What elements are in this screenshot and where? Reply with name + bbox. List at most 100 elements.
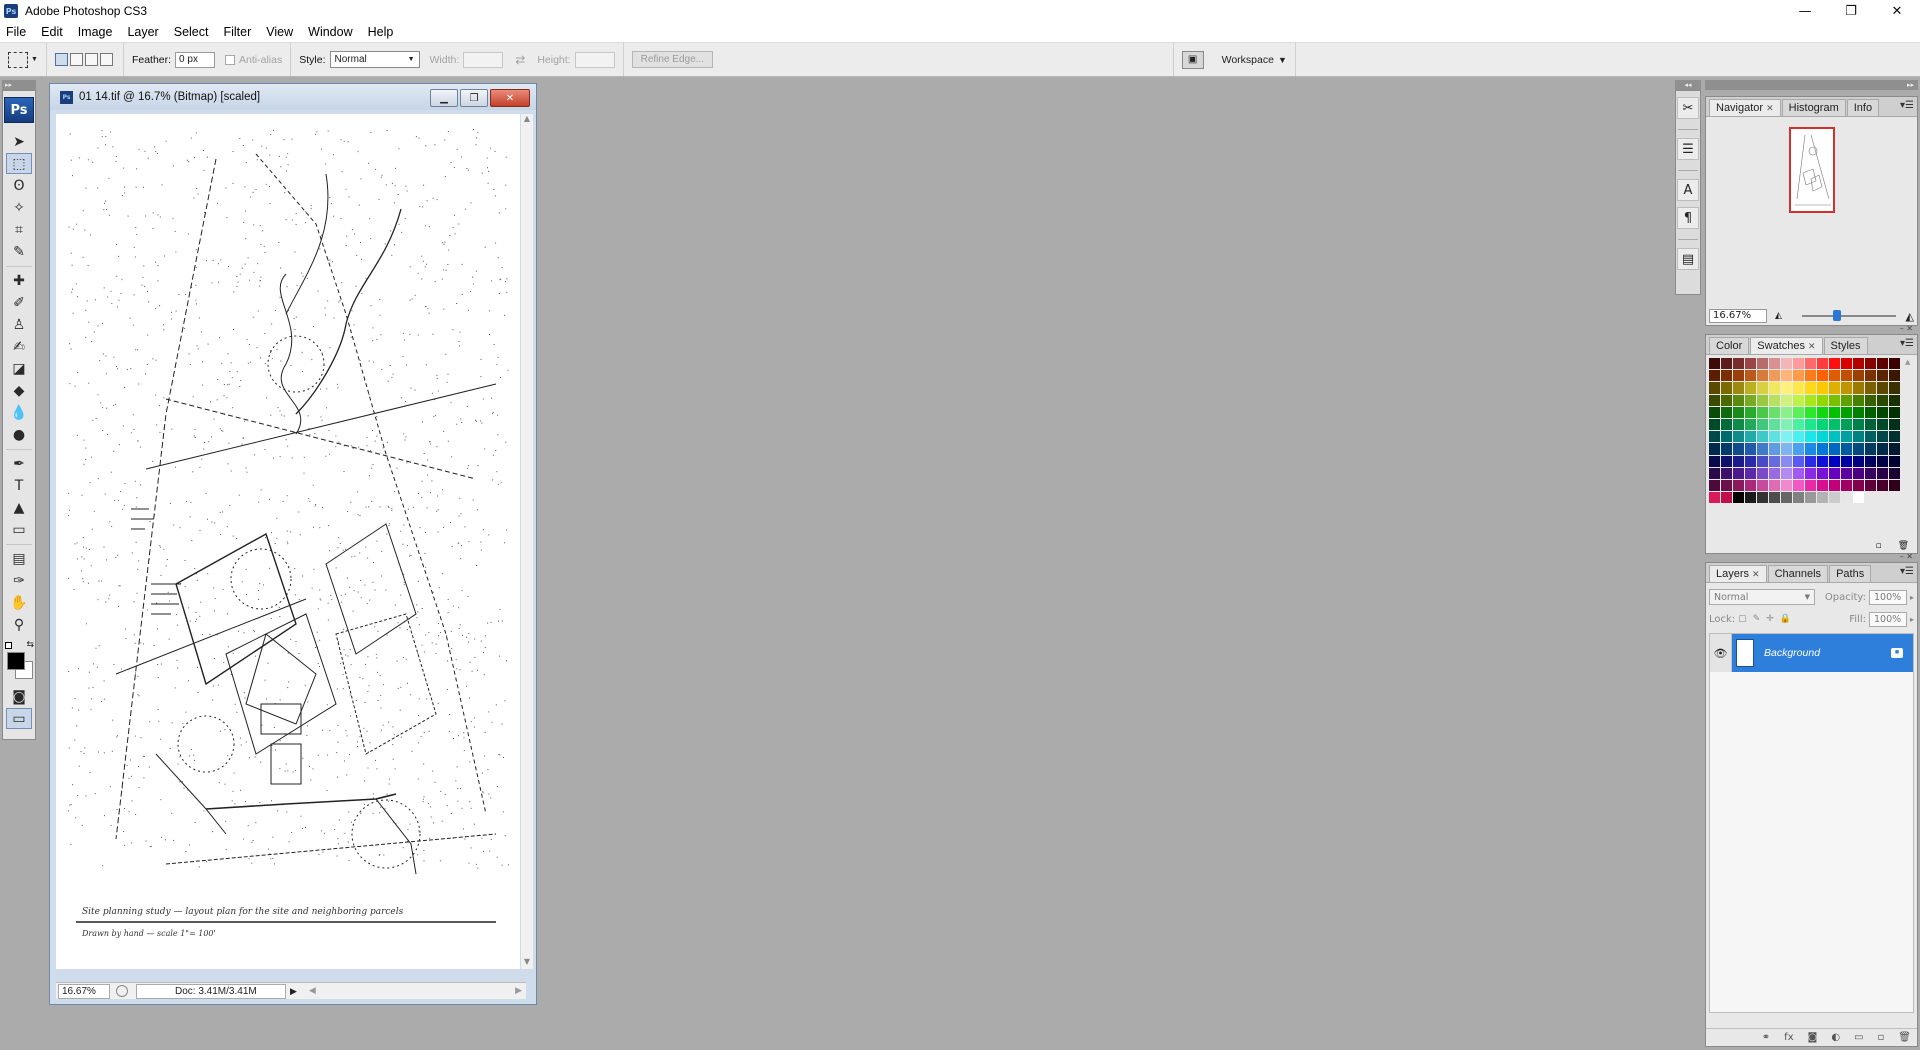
swatch[interactable] [1780, 358, 1793, 370]
swatch[interactable] [1852, 455, 1864, 467]
swatch[interactable] [1876, 394, 1888, 406]
swatch[interactable] [1804, 455, 1817, 467]
close-button[interactable]: ✕ [1874, 0, 1920, 22]
swatch[interactable] [1840, 382, 1853, 394]
swatch[interactable] [1876, 418, 1888, 431]
swatch[interactable] [1756, 394, 1769, 406]
healing-brush-tool-icon[interactable]: ✚ [6, 270, 32, 291]
swatch[interactable] [1888, 467, 1900, 479]
swatch[interactable] [1828, 467, 1841, 479]
quick-mask-icon[interactable]: ◙ [6, 686, 32, 707]
swatch[interactable] [1732, 443, 1745, 455]
tools-panel-grip[interactable]: ▸▸ [2, 80, 36, 90]
swatch[interactable] [1876, 455, 1888, 467]
swatch[interactable] [1744, 492, 1757, 504]
tab-styles[interactable]: Styles [1823, 337, 1868, 354]
menu-view[interactable]: View [266, 25, 293, 39]
menu-layer[interactable]: Layer [127, 25, 158, 39]
swatch[interactable] [1780, 455, 1793, 467]
panel-collapse-icon[interactable]: – ✕ [1900, 324, 1913, 333]
swatch[interactable] [1732, 382, 1745, 394]
swatch[interactable] [1804, 467, 1817, 479]
swatch[interactable] [1756, 492, 1769, 504]
swatch[interactable] [1804, 382, 1817, 394]
swatch[interactable] [1768, 370, 1781, 382]
swatch[interactable] [1720, 479, 1733, 492]
close-icon[interactable]: ✕ [1766, 103, 1774, 114]
new-selection-button[interactable] [54, 53, 68, 66]
swatch[interactable] [1840, 418, 1853, 431]
swatches-scrollbar[interactable]: ▲ [1905, 358, 1915, 528]
swatch[interactable] [1852, 492, 1864, 504]
history-brush-tool-icon[interactable]: ✍ [6, 336, 32, 357]
swatch[interactable] [1888, 394, 1900, 406]
swatch[interactable] [1876, 406, 1888, 418]
swatch[interactable] [1840, 394, 1853, 406]
swatch[interactable] [1816, 418, 1829, 431]
scroll-left-icon[interactable]: ◀ [309, 985, 316, 998]
swatch[interactable] [1840, 492, 1853, 504]
trash-icon[interactable]: 🗑 [1898, 1032, 1911, 1043]
tab-swatches[interactable]: Swatches ✕ [1750, 337, 1823, 354]
menu-filter[interactable]: Filter [223, 25, 251, 39]
lock-position-icon[interactable]: ✛ [1766, 614, 1774, 624]
swatch[interactable] [1709, 382, 1721, 394]
status-info-icon[interactable] [116, 985, 128, 997]
rectangle-tool-icon[interactable]: ▭ [6, 519, 32, 540]
swatch[interactable] [1804, 479, 1817, 492]
workspace-menu-button[interactable]: Workspace ▼ [1222, 54, 1287, 66]
close-icon[interactable]: ✕ [1752, 569, 1760, 580]
type-tool-icon[interactable]: T [6, 475, 32, 496]
swatch[interactable] [1828, 492, 1841, 504]
swatch[interactable] [1720, 455, 1733, 467]
tab-color[interactable]: Color [1709, 337, 1750, 354]
tool-presets-panel-icon[interactable]: ☰ [1677, 138, 1699, 160]
swatch[interactable] [1804, 492, 1817, 504]
clone-stamp-tool-icon[interactable]: ♙ [6, 314, 32, 335]
new-swatch-icon[interactable]: ▫ [1875, 541, 1881, 551]
swatch[interactable] [1744, 479, 1757, 492]
swatch[interactable] [1709, 455, 1721, 467]
close-icon[interactable]: ✕ [1808, 341, 1816, 352]
swatch[interactable] [1780, 431, 1793, 443]
swatch[interactable] [1756, 467, 1769, 479]
zoom-slider-knob[interactable] [1833, 310, 1842, 321]
tab-paths[interactable]: Paths [1829, 565, 1872, 582]
swatch[interactable] [1732, 492, 1745, 504]
lock-pixels-icon[interactable]: ✎ [1753, 614, 1761, 624]
link-layers-icon[interactable]: ⚭ [1762, 1032, 1770, 1043]
swatch[interactable] [1852, 479, 1864, 492]
zoom-in-icon[interactable]: ◭ [1906, 310, 1914, 323]
swatch[interactable] [1792, 394, 1805, 406]
move-tool-icon[interactable]: ➤ [6, 131, 32, 152]
swatch[interactable] [1792, 370, 1805, 382]
eye-icon[interactable]: 👁 [1710, 634, 1732, 672]
swatch[interactable] [1756, 418, 1769, 431]
swatch[interactable] [1768, 455, 1781, 467]
swatch[interactable] [1840, 370, 1853, 382]
swatch[interactable] [1828, 382, 1841, 394]
swatch[interactable] [1816, 358, 1829, 370]
swatch[interactable] [1720, 382, 1733, 394]
swatch[interactable] [1768, 431, 1781, 443]
swatch[interactable] [1756, 431, 1769, 443]
swatch[interactable] [1864, 418, 1876, 431]
dock-grip[interactable]: ◂◂ [1675, 80, 1701, 90]
swatch[interactable] [1720, 418, 1733, 431]
path-selection-tool-icon[interactable]: ▲ [6, 497, 32, 518]
swatch[interactable] [1828, 358, 1841, 370]
swatch[interactable] [1840, 455, 1853, 467]
foreground-color[interactable] [7, 652, 25, 670]
swatch[interactable] [1709, 492, 1721, 504]
subtract-from-selection-button[interactable] [84, 53, 98, 66]
rectangular-marquee-tool-icon[interactable]: ⬚ [6, 153, 32, 174]
swatch[interactable] [1780, 382, 1793, 394]
eyedropper-tool-icon[interactable]: ✑ [6, 570, 32, 591]
swatch[interactable] [1864, 443, 1876, 455]
swatch[interactable] [1876, 479, 1888, 492]
swatch[interactable] [1828, 418, 1841, 431]
dodge-tool-icon[interactable]: ● [6, 424, 32, 445]
swatch[interactable] [1804, 443, 1817, 455]
swatch[interactable] [1709, 431, 1721, 443]
swatch[interactable] [1816, 370, 1829, 382]
